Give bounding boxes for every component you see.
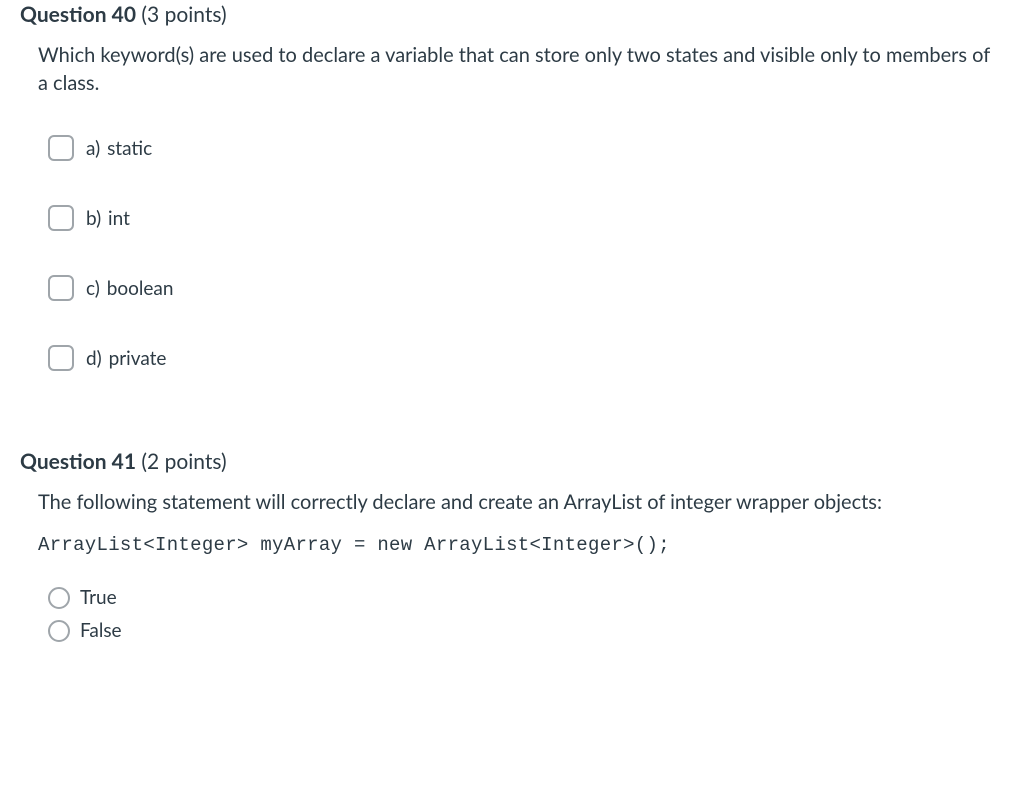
- option-text: boolean: [107, 277, 174, 300]
- radio-icon[interactable]: [48, 620, 70, 642]
- question-body: The following statement will correctly d…: [20, 488, 1004, 642]
- checkbox-icon[interactable]: [48, 345, 74, 371]
- option-text: int: [108, 207, 130, 230]
- option-prefix: d): [86, 347, 102, 370]
- question-label: Question 41: [20, 449, 136, 474]
- option-text: static: [107, 137, 152, 160]
- radio-icon[interactable]: [48, 587, 70, 609]
- question-text: Which keyword(s) are used to declare a v…: [38, 41, 1004, 97]
- question-40: Question 40 (3 points) Which keyword(s) …: [0, 0, 1024, 401]
- option-label: c) boolean: [86, 277, 173, 300]
- question-points: (3 points): [141, 2, 226, 27]
- option-false[interactable]: False: [48, 619, 1004, 642]
- option-true[interactable]: True: [48, 586, 1004, 609]
- tf-options: True False: [38, 586, 1004, 642]
- question-label-word: Question: [20, 449, 107, 474]
- option-a[interactable]: a) static: [48, 135, 1004, 161]
- checkbox-icon[interactable]: [48, 135, 74, 161]
- question-header: Question 40 (3 points): [20, 2, 1004, 27]
- option-label: a) static: [86, 137, 152, 160]
- question-number: 41: [112, 449, 136, 474]
- option-label: b) int: [86, 207, 130, 230]
- option-prefix: a): [86, 137, 100, 160]
- option-label: True: [80, 586, 117, 609]
- question-41: Question 41 (2 points) The following sta…: [0, 401, 1024, 672]
- question-points: (2 points): [141, 449, 226, 474]
- checkbox-icon[interactable]: [48, 205, 74, 231]
- question-label-word: Question: [20, 2, 107, 27]
- option-prefix: c): [86, 277, 100, 300]
- option-c[interactable]: c) boolean: [48, 275, 1004, 301]
- option-label: False: [80, 619, 122, 642]
- code-statement: ArrayList<Integer> myArray = new ArrayLi…: [38, 534, 1004, 556]
- option-text: private: [109, 347, 167, 370]
- question-body: Which keyword(s) are used to declare a v…: [20, 41, 1004, 371]
- checkbox-icon[interactable]: [48, 275, 74, 301]
- option-b[interactable]: b) int: [48, 205, 1004, 231]
- option-prefix: b): [86, 207, 101, 230]
- question-number: 40: [112, 2, 136, 27]
- options-list: a) static b) int c) boolean d) private: [38, 135, 1004, 371]
- question-label: Question 40: [20, 2, 136, 27]
- option-d[interactable]: d) private: [48, 345, 1004, 371]
- option-label: d) private: [86, 347, 166, 370]
- question-header: Question 41 (2 points): [20, 449, 1004, 474]
- question-text: The following statement will correctly d…: [38, 488, 1004, 516]
